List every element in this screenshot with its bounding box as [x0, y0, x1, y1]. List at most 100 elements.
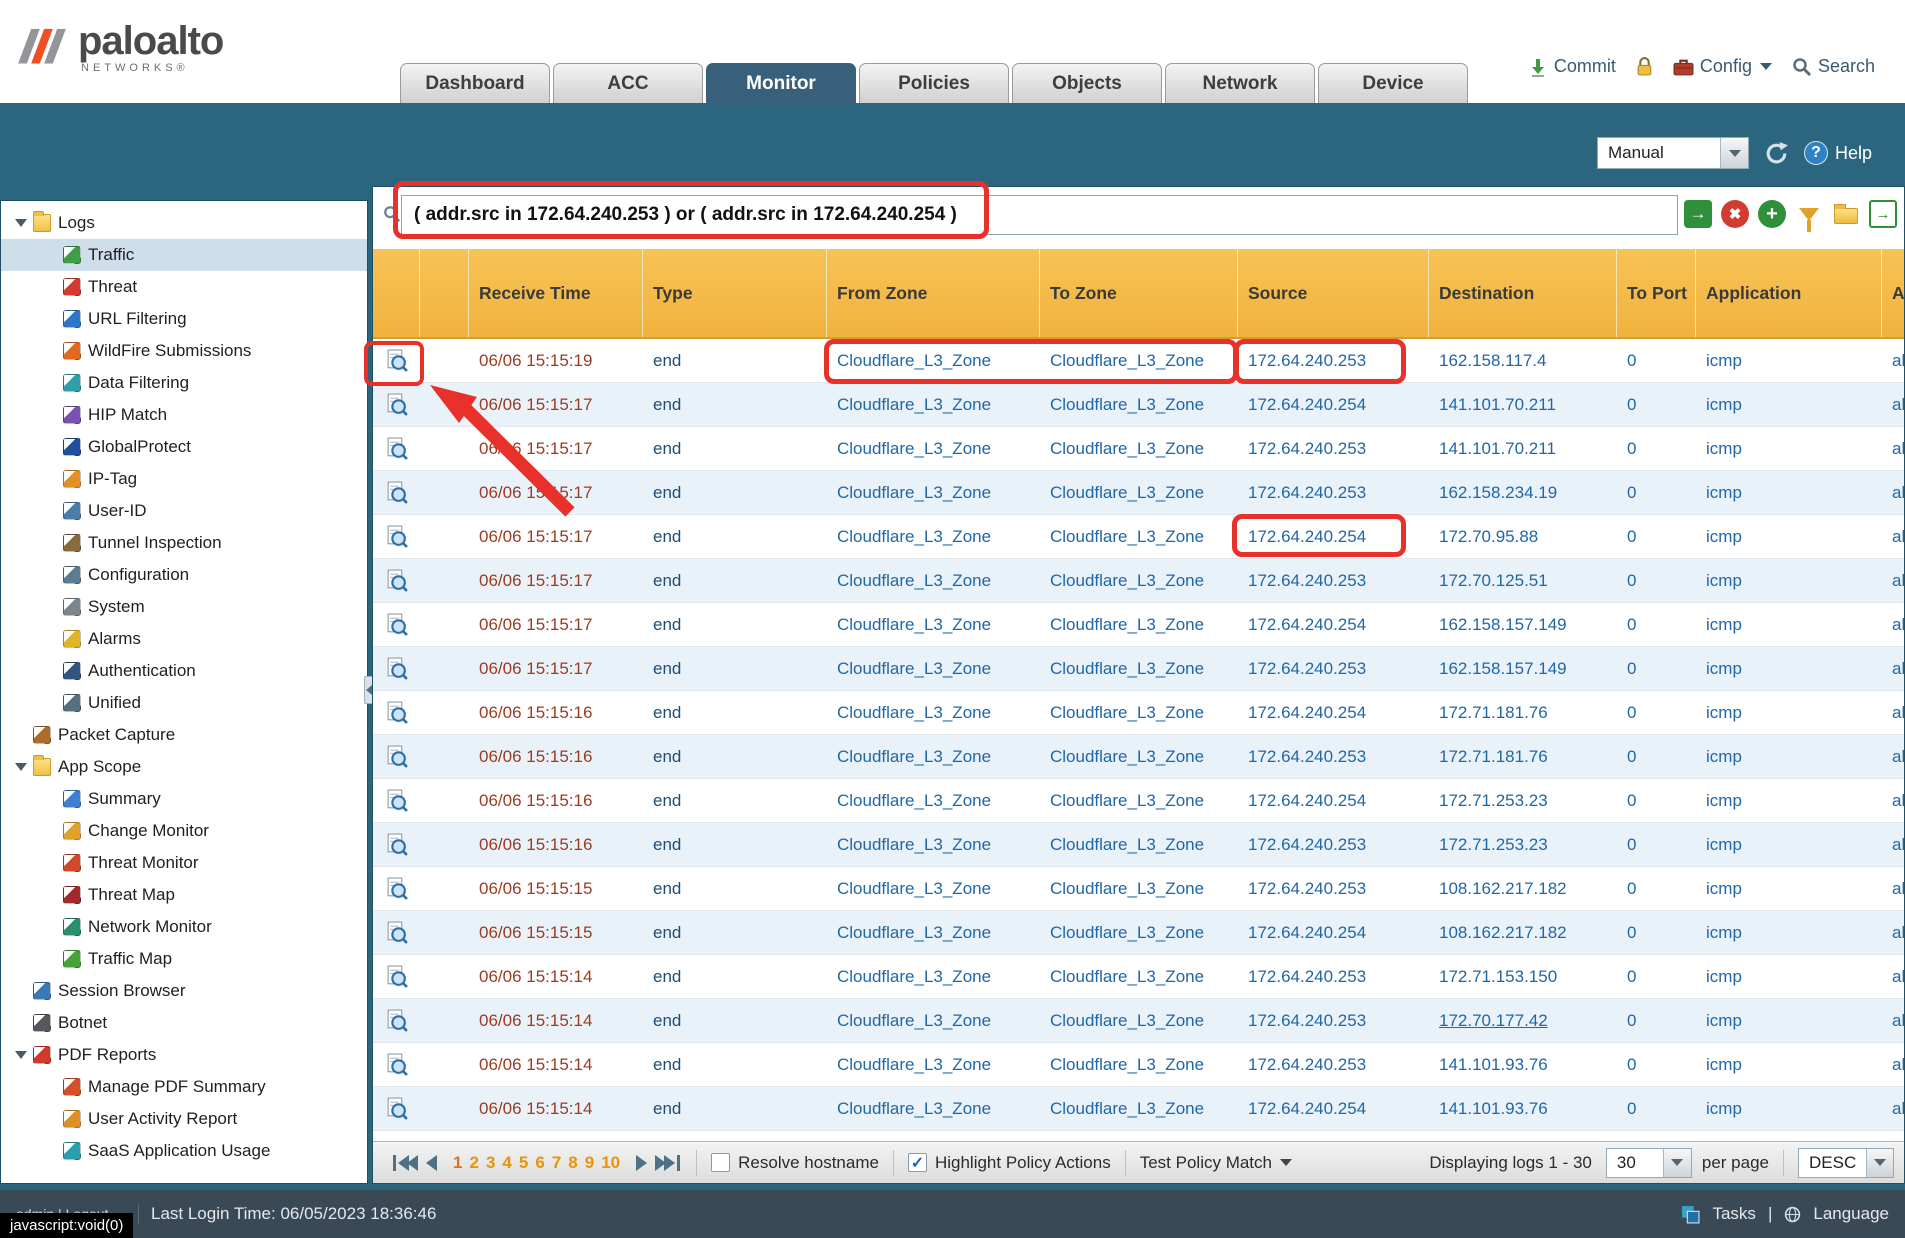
cell-to-port[interactable]: 0	[1617, 867, 1696, 910]
cell-action[interactable]: al	[1882, 471, 1905, 514]
cell-type[interactable]: end	[643, 1087, 827, 1130]
tree-expand-icon[interactable]	[45, 507, 63, 515]
cell-from-zone[interactable]: Cloudflare_L3_Zone	[827, 427, 1040, 470]
cell-from-zone[interactable]: Cloudflare_L3_Zone	[827, 1043, 1040, 1086]
cell-to-port[interactable]: 0	[1617, 1087, 1696, 1130]
col-application[interactable]: Application	[1696, 249, 1882, 337]
cell-from-zone[interactable]: Cloudflare_L3_Zone	[827, 471, 1040, 514]
log-detail-cell[interactable]	[373, 603, 420, 646]
cell-from-zone[interactable]: Cloudflare_L3_Zone	[827, 603, 1040, 646]
log-detail-cell[interactable]	[373, 1087, 420, 1130]
cell-to-zone[interactable]: Cloudflare_L3_Zone	[1040, 823, 1238, 866]
log-detail-icon[interactable]	[385, 1053, 408, 1076]
sidebar-item[interactable]: Traffic Map	[1, 943, 367, 975]
cell-source[interactable]: 172.64.240.253	[1238, 647, 1429, 690]
sidebar-item[interactable]: HIP Match	[1, 399, 367, 431]
page-number[interactable]: 6	[535, 1153, 544, 1173]
sidebar-item[interactable]: App Scope	[1, 751, 367, 783]
log-detail-cell[interactable]	[373, 911, 420, 954]
cell-action[interactable]: al	[1882, 823, 1905, 866]
tree-expand-icon[interactable]	[45, 443, 63, 451]
sidebar-item[interactable]: User Activity Report	[1, 1103, 367, 1135]
log-detail-icon[interactable]	[385, 525, 408, 548]
log-detail-icon[interactable]	[385, 701, 408, 724]
cell-source[interactable]: 172.64.240.253	[1238, 471, 1429, 514]
cell-to-zone[interactable]: Cloudflare_L3_Zone	[1040, 691, 1238, 734]
sidebar-item[interactable]: Manage PDF Summary	[1, 1071, 367, 1103]
cell-from-zone[interactable]: Cloudflare_L3_Zone	[827, 867, 1040, 910]
cell-action[interactable]: al	[1882, 383, 1905, 426]
cell-destination[interactable]: 108.162.217.182	[1429, 911, 1617, 954]
cell-action[interactable]: al	[1882, 735, 1905, 778]
cell-action[interactable]: al	[1882, 515, 1905, 558]
nav-tab[interactable]: Policies	[859, 63, 1009, 103]
cell-to-zone[interactable]: Cloudflare_L3_Zone	[1040, 383, 1238, 426]
tree-expand-icon[interactable]	[15, 1051, 33, 1059]
log-detail-icon[interactable]	[385, 745, 408, 768]
cell-application[interactable]: icmp	[1696, 867, 1882, 910]
per-page-select[interactable]: 30	[1606, 1148, 1692, 1178]
page-number[interactable]: 8	[568, 1153, 577, 1173]
cell-type[interactable]: end	[643, 911, 827, 954]
cell-to-zone[interactable]: Cloudflare_L3_Zone	[1040, 779, 1238, 822]
log-detail-cell[interactable]	[373, 999, 420, 1042]
log-detail-cell[interactable]	[373, 1043, 420, 1086]
cell-destination[interactable]: 162.158.117.4	[1429, 339, 1617, 382]
cell-type[interactable]: end	[643, 691, 827, 734]
sidebar-item[interactable]: Network Monitor	[1, 911, 367, 943]
sidebar-item[interactable]: User-ID	[1, 495, 367, 527]
tree-expand-icon[interactable]	[45, 1083, 63, 1091]
cell-destination[interactable]: 141.101.93.76	[1429, 1043, 1617, 1086]
cell-type[interactable]: end	[643, 735, 827, 778]
cell-to-port[interactable]: 0	[1617, 471, 1696, 514]
tree-expand-icon[interactable]	[45, 667, 63, 675]
cell-to-zone[interactable]: Cloudflare_L3_Zone	[1040, 559, 1238, 602]
cell-destination[interactable]: 141.101.70.211	[1429, 383, 1617, 426]
cell-type[interactable]: end	[643, 515, 827, 558]
cell-from-zone[interactable]: Cloudflare_L3_Zone	[827, 999, 1040, 1042]
clear-filter-icon[interactable]: ✖	[1721, 200, 1749, 228]
cell-to-zone[interactable]: Cloudflare_L3_Zone	[1040, 515, 1238, 558]
cell-type[interactable]: end	[643, 779, 827, 822]
cell-application[interactable]: icmp	[1696, 823, 1882, 866]
cell-destination[interactable]: 172.71.181.76	[1429, 735, 1617, 778]
chevron-down-icon[interactable]	[1866, 1149, 1893, 1177]
highlight-policy-actions-checkbox[interactable]: ✓	[908, 1153, 927, 1172]
tree-expand-icon[interactable]	[45, 283, 63, 291]
nav-tab[interactable]: Device	[1318, 63, 1468, 103]
cell-type[interactable]: end	[643, 471, 827, 514]
sidebar-item[interactable]: PDF Reports	[1, 1039, 367, 1071]
cell-to-zone[interactable]: Cloudflare_L3_Zone	[1040, 955, 1238, 998]
cell-source[interactable]: 172.64.240.254	[1238, 691, 1429, 734]
cell-destination[interactable]: 172.71.253.23	[1429, 823, 1617, 866]
cell-to-port[interactable]: 0	[1617, 339, 1696, 382]
cell-to-port[interactable]: 0	[1617, 603, 1696, 646]
cell-type[interactable]: end	[643, 339, 827, 382]
log-detail-cell[interactable]	[373, 691, 420, 734]
cell-type[interactable]: end	[643, 1043, 827, 1086]
cell-action[interactable]: al	[1882, 867, 1905, 910]
lock-icon[interactable]	[1636, 56, 1653, 77]
col-receive-time[interactable]: Receive Time	[469, 249, 643, 337]
cell-application[interactable]: icmp	[1696, 339, 1882, 382]
nav-tab[interactable]: ACC	[553, 63, 703, 103]
cell-type[interactable]: end	[643, 427, 827, 470]
cell-source[interactable]: 172.64.240.253	[1238, 427, 1429, 470]
tree-expand-icon[interactable]	[45, 347, 63, 355]
tree-expand-icon[interactable]	[45, 315, 63, 323]
cell-to-zone[interactable]: Cloudflare_L3_Zone	[1040, 911, 1238, 954]
sidebar-item[interactable]: Threat	[1, 271, 367, 303]
col-to-port[interactable]: To Port	[1617, 249, 1696, 337]
log-detail-icon[interactable]	[385, 833, 408, 856]
cell-to-zone[interactable]: Cloudflare_L3_Zone	[1040, 603, 1238, 646]
col-source[interactable]: Source	[1238, 249, 1429, 337]
next-page-button[interactable]	[636, 1155, 647, 1171]
cell-application[interactable]: icmp	[1696, 955, 1882, 998]
cell-type[interactable]: end	[643, 559, 827, 602]
cell-source[interactable]: 172.64.240.254	[1238, 779, 1429, 822]
cell-destination[interactable]: 172.71.181.76	[1429, 691, 1617, 734]
sidebar-item[interactable]: Data Filtering	[1, 367, 367, 399]
log-detail-icon[interactable]	[385, 1097, 408, 1120]
log-detail-icon[interactable]	[385, 569, 408, 592]
commit-button[interactable]: Commit	[1528, 56, 1616, 77]
